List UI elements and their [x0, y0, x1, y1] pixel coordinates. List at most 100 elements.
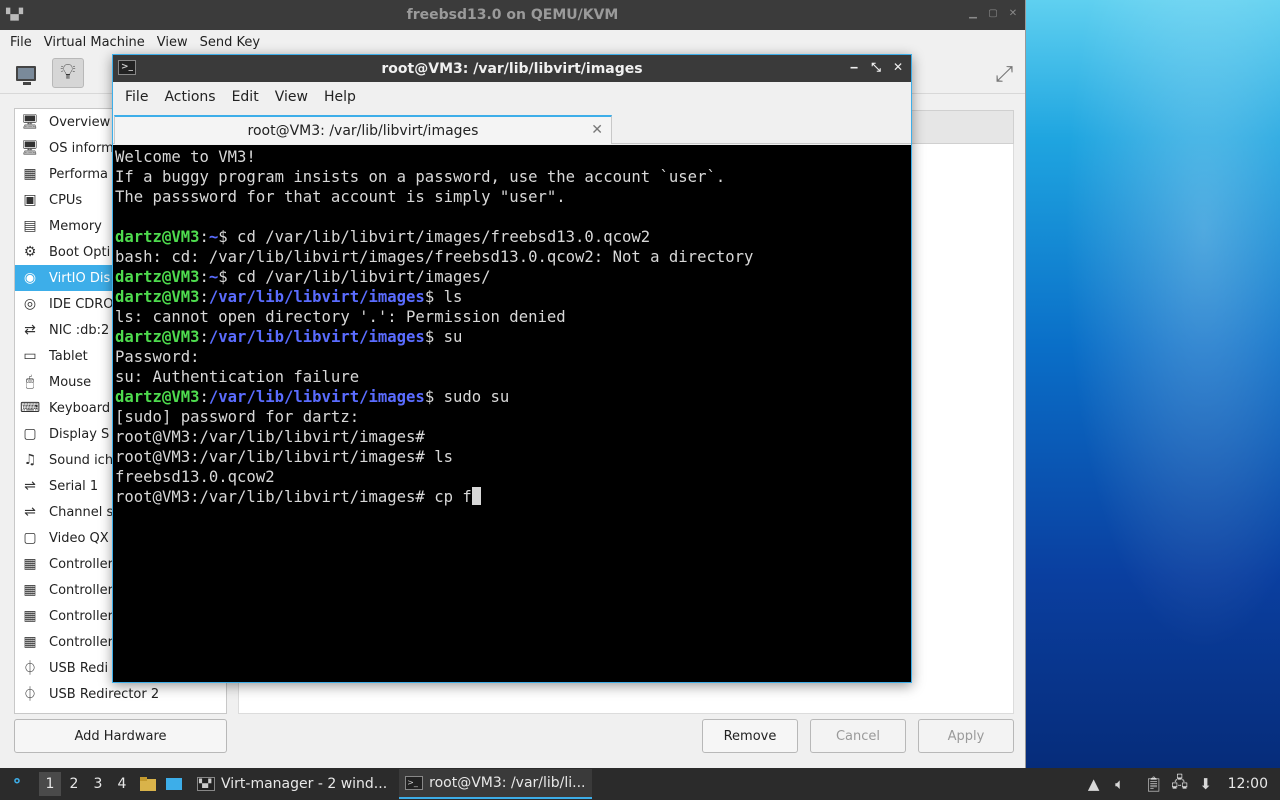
hardware-list-label: OS inform	[49, 140, 114, 156]
command-text: cd /var/lib/libvirt/images/freebsd13.0.q…	[227, 228, 651, 246]
prompt-user: dartz@VM3	[115, 328, 200, 346]
controller-icon: ▦	[23, 582, 37, 598]
clock[interactable]: 12:00	[1228, 776, 1268, 792]
boot-options-icon: ⚙	[23, 244, 37, 260]
menu-view[interactable]: View	[267, 89, 316, 105]
output-text: su: Authentication failure	[115, 368, 360, 386]
workspace-2[interactable]: 2	[63, 772, 85, 796]
taskbar-task-label: root@VM3: /var/lib/li...	[429, 775, 586, 791]
terminal-output[interactable]: Welcome to VM3! If a buggy program insist…	[113, 145, 911, 682]
close-icon[interactable]: ✕	[891, 60, 905, 74]
terminal-line: dartz@VM3:~$ cd /var/lib/libvirt/images/	[115, 267, 909, 287]
terminal-line: ls: cannot open directory '.': Permissio…	[115, 307, 909, 327]
hardware-list-label: Serial 1	[49, 478, 99, 494]
terminal-line: Welcome to VM3!	[115, 147, 909, 167]
output-text: Password:	[115, 348, 200, 366]
update-icon[interactable]: ⬇	[1194, 772, 1218, 796]
nic-icon: ⇄	[24, 322, 36, 338]
close-icon[interactable]: ✕	[1007, 8, 1019, 20]
terminal-line: bash: cd: /var/lib/libvirt/images/freebs…	[115, 247, 909, 267]
maximize-icon[interactable]: ▢	[987, 8, 999, 20]
prompt-user: dartz@VM3	[115, 288, 200, 306]
menu-virtual-machine[interactable]: Virtual Machine	[38, 35, 151, 50]
terminal-tab[interactable]: root@VM3: /var/lib/libvirt/images ✕	[114, 115, 612, 144]
channel-icon: ⇌	[24, 504, 36, 520]
command-text: cd /var/lib/libvirt/images/	[227, 268, 491, 286]
hardware-list-label: Overview	[49, 114, 111, 130]
hardware-list-item[interactable]: ⏀ USB Redirector 2	[15, 681, 226, 707]
apply-button[interactable]: Apply	[918, 719, 1014, 753]
workspace-1[interactable]: 1	[39, 772, 61, 796]
clipboard-icon[interactable]: 📋︎	[1142, 772, 1166, 796]
display-icon: ▢	[23, 426, 37, 442]
menu-edit[interactable]: Edit	[224, 89, 267, 105]
prompt-path: ~	[208, 268, 219, 286]
remove-button[interactable]: Remove	[702, 719, 798, 753]
taskbar-task[interactable]: >_ root@VM3: /var/lib/li...	[399, 769, 592, 799]
lightbulb-icon: 💡︎	[60, 60, 76, 85]
terminal-tabbar: root@VM3: /var/lib/libvirt/images ✕	[113, 112, 911, 144]
hardware-list-label: CPUs	[49, 192, 83, 208]
controller-icon: ▦	[23, 556, 37, 572]
prompt-separator: :	[199, 288, 209, 306]
menu-send-key[interactable]: Send Key	[194, 35, 266, 50]
output-text: If a buggy program insists on a password…	[115, 168, 726, 186]
command-text: su	[434, 328, 463, 346]
minimize-icon[interactable]: ‒	[847, 60, 861, 74]
menu-view[interactable]: View	[151, 35, 194, 50]
hardware-list-label: Tablet	[49, 348, 88, 364]
output-text: root@VM3:/var/lib/libvirt/images# cp f	[115, 488, 472, 506]
prompt-path: ~	[208, 228, 219, 246]
command-text: sudo su	[434, 388, 510, 406]
hardware-list-label: Mouse	[49, 374, 92, 390]
terminal-titlebar[interactable]: >_ root@VM3: /var/lib/libvirt/images ‒ ⤡…	[113, 55, 911, 82]
add-hardware-button[interactable]: Add Hardware	[14, 719, 227, 753]
start-menu-icon[interactable]: ᐤ	[3, 770, 31, 798]
file-manager-icon[interactable]	[137, 773, 159, 795]
console-button[interactable]	[10, 58, 42, 88]
controller-icon: ▦	[23, 634, 37, 650]
taskbar-task[interactable]: ▚▞ Virt-manager - 2 wind...	[191, 769, 393, 799]
prompt-separator: :	[199, 328, 209, 346]
menu-actions[interactable]: Actions	[156, 89, 223, 105]
network-icon[interactable]: 🖧	[1168, 772, 1192, 796]
terminal-menubar: File Actions Edit View Help	[113, 82, 911, 112]
terminal-tab-label: root@VM3: /var/lib/libvirt/images	[247, 122, 479, 139]
prompt-path: /var/lib/libvirt/images	[208, 388, 425, 406]
restore-icon[interactable]: ⤡	[869, 60, 883, 74]
hardware-list-label: Display S	[49, 426, 110, 442]
terminal-line: dartz@VM3:/var/lib/libvirt/images$ ls	[115, 287, 909, 307]
hardware-list-label: IDE CDRO	[49, 296, 114, 312]
output-text: Welcome to VM3!	[115, 148, 256, 166]
menu-file[interactable]: File	[117, 89, 156, 105]
terminal-line: freebsd13.0.qcow2	[115, 467, 909, 487]
terminal-line: root@VM3:/var/lib/libvirt/images# ls	[115, 447, 909, 467]
details-button[interactable]: 💡︎	[52, 58, 84, 88]
fullscreen-icon[interactable]: ⤢	[995, 62, 1013, 87]
hardware-list-label: Controller	[49, 556, 113, 572]
terminal-line: root@VM3:/var/lib/libvirt/images#	[115, 427, 909, 447]
performance-icon: ▦	[23, 166, 37, 182]
desktop-icon[interactable]	[163, 773, 185, 795]
prompt-path: /var/lib/libvirt/images	[208, 328, 425, 346]
workspace-3[interactable]: 3	[87, 772, 109, 796]
terminal-line: dartz@VM3:/var/lib/libvirt/images$ sudo …	[115, 387, 909, 407]
hardware-list-label: NIC :db:2	[49, 322, 110, 338]
hardware-list-label: VirtIO Dis	[49, 270, 111, 286]
prompt-separator: :	[199, 268, 209, 286]
prompt-symbol: $	[218, 268, 228, 286]
minimize-icon[interactable]: ▁	[967, 8, 979, 20]
hardware-list-label: Boot Opti	[49, 244, 111, 260]
close-tab-icon[interactable]: ✕	[591, 122, 603, 138]
os-info-icon: 🖥	[21, 140, 39, 156]
prompt-user: dartz@VM3	[115, 228, 200, 246]
notification-icon[interactable]: ▲	[1082, 772, 1106, 796]
workspace-4[interactable]: 4	[111, 772, 133, 796]
menu-help[interactable]: Help	[316, 89, 364, 105]
cancel-button[interactable]: Cancel	[810, 719, 906, 753]
menu-file[interactable]: File	[4, 35, 38, 50]
terminal-line: [sudo] password for dartz:	[115, 407, 909, 427]
volume-icon[interactable]: 🔈︎	[1108, 772, 1132, 796]
vm-titlebar[interactable]: ▚▞ freebsd13.0 on QEMU/KVM ▁ ▢ ✕	[0, 0, 1025, 30]
